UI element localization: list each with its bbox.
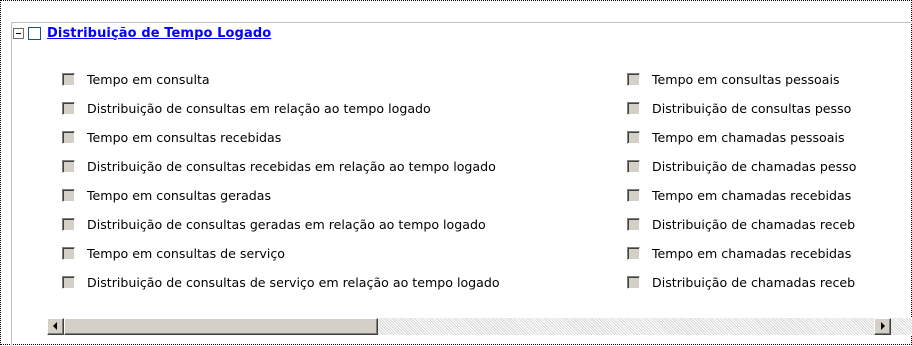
section-header: Distribuição de Tempo Logado [13, 25, 271, 41]
option-checkbox[interactable] [62, 102, 75, 115]
option-checkbox[interactable] [62, 189, 75, 202]
option-checkbox[interactable] [62, 247, 75, 260]
option-item: Tempo em consultas de serviço [62, 239, 622, 268]
option-checkbox[interactable] [627, 73, 640, 86]
option-item: Tempo em consulta [62, 65, 622, 94]
option-item: Distribuição de consultas em relação ao … [62, 94, 622, 123]
option-label: Tempo em chamadas recebidas [652, 246, 852, 261]
option-checkbox[interactable] [62, 160, 75, 173]
option-item: Distribuição de chamadas receb [627, 210, 912, 239]
option-label: Tempo em consultas de serviço [87, 246, 285, 261]
option-item: Tempo em chamadas recebidas [627, 181, 912, 210]
option-label: Distribuição de consultas pesso [652, 101, 852, 116]
option-item: Tempo em consultas geradas [62, 181, 622, 210]
option-checkbox[interactable] [62, 73, 75, 86]
option-item: Distribuição de consultas pesso [627, 94, 912, 123]
scroll-left-button[interactable] [47, 318, 64, 335]
option-checkbox[interactable] [627, 102, 640, 115]
option-checkbox[interactable] [62, 276, 75, 289]
option-label: Distribuição de consultas recebidas em r… [87, 159, 496, 174]
option-item: Tempo em consultas recebidas [62, 123, 622, 152]
option-item: Distribuição de chamadas receb [627, 268, 912, 297]
arrow-left-icon [53, 322, 57, 330]
option-item: Distribuição de chamadas pesso [627, 152, 912, 181]
horizontal-scrollbar[interactable] [47, 318, 912, 335]
option-list-left: Tempo em consulta Distribuição de consul… [62, 65, 622, 297]
option-label: Tempo em chamadas pessoais [652, 130, 845, 145]
section-title-link[interactable]: Distribuição de Tempo Logado [47, 26, 271, 41]
option-label: Distribuição de consultas em relação ao … [87, 101, 431, 116]
option-checkbox[interactable] [62, 131, 75, 144]
option-label: Tempo em consultas pessoais [652, 72, 840, 87]
option-checkbox[interactable] [627, 160, 640, 173]
option-label: Tempo em consultas recebidas [87, 130, 282, 145]
option-label: Distribuição de consultas geradas em rel… [87, 217, 486, 232]
option-checkbox[interactable] [627, 189, 640, 202]
option-checkbox[interactable] [62, 218, 75, 231]
option-list-right: Tempo em consultas pessoais Distribuição… [627, 65, 912, 297]
option-label: Tempo em consultas geradas [87, 188, 272, 203]
option-label: Tempo em chamadas recebidas [652, 188, 852, 203]
collapse-icon[interactable] [13, 27, 24, 39]
scroll-right-button[interactable] [874, 318, 891, 335]
option-item: Tempo em chamadas pessoais [627, 123, 912, 152]
option-checkbox[interactable] [627, 247, 640, 260]
option-label: Distribuição de consultas de serviço em … [87, 275, 500, 290]
scroll-thumb[interactable] [64, 318, 378, 335]
option-label: Tempo em consulta [87, 72, 210, 87]
option-label: Distribuição de chamadas receb [652, 275, 856, 290]
arrow-right-icon [881, 322, 885, 330]
option-item: Tempo em chamadas recebidas [627, 239, 912, 268]
section-checkbox[interactable] [28, 26, 41, 40]
option-label: Distribuição de chamadas receb [652, 217, 856, 232]
option-item: Tempo em consultas pessoais [627, 65, 912, 94]
option-item: Distribuição de consultas de serviço em … [62, 268, 622, 297]
option-checkbox[interactable] [627, 131, 640, 144]
option-checkbox[interactable] [627, 276, 640, 289]
option-checkbox[interactable] [627, 218, 640, 231]
option-item: Distribuição de consultas geradas em rel… [62, 210, 622, 239]
option-label: Distribuição de chamadas pesso [652, 159, 857, 174]
option-item: Distribuição de consultas recebidas em r… [62, 152, 622, 181]
